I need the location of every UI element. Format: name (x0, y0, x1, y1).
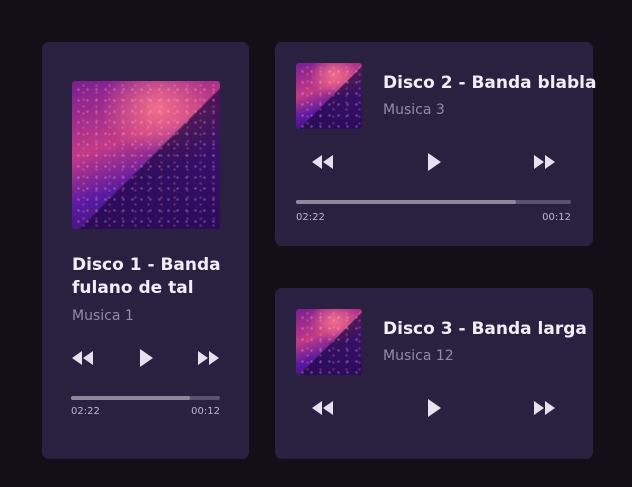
play-button[interactable] (421, 398, 447, 418)
album-cover (72, 81, 220, 229)
fast-forward-button[interactable] (531, 152, 557, 172)
rewind-button[interactable] (310, 152, 336, 172)
player-card-1: Disco 1 - Banda fulano de tal Musica 1 0… (42, 42, 249, 459)
rewind-icon (312, 401, 333, 415)
rewind-icon (72, 351, 93, 365)
play-button[interactable] (421, 152, 447, 172)
fast-forward-icon (534, 155, 555, 169)
rewind-button[interactable] (310, 398, 336, 418)
total-time: 00:12 (542, 212, 571, 223)
total-time: 00:12 (191, 406, 220, 417)
progress-bar[interactable] (296, 200, 571, 204)
album-cover (296, 309, 362, 375)
progress-bar[interactable] (71, 396, 220, 400)
current-time: 02:22 (71, 406, 100, 417)
progress-fill (296, 200, 516, 204)
track-name: Musica 12 (383, 348, 454, 364)
progress-fill (71, 396, 191, 400)
album-title: Disco 3 - Banda larga (383, 319, 587, 339)
rewind-icon (312, 155, 333, 169)
album-cover (296, 63, 362, 129)
play-button[interactable] (133, 348, 159, 368)
fast-forward-button[interactable] (195, 348, 221, 368)
rewind-button[interactable] (70, 348, 96, 368)
player-card-2: Disco 2 - Banda blabla Musica 3 02:22 00… (275, 42, 597, 246)
play-icon (428, 399, 441, 417)
fast-forward-icon (198, 351, 219, 365)
play-icon (428, 153, 441, 171)
player-card-3: Disco 3 - Banda larga Musica 12 (275, 288, 593, 459)
fast-forward-button[interactable] (531, 398, 557, 418)
track-name: Musica 3 (383, 102, 445, 118)
track-name: Musica 1 (72, 308, 134, 324)
album-title: Disco 2 - Banda blabla (383, 73, 597, 93)
album-title: Disco 1 - Banda fulano de tal (72, 255, 221, 298)
play-icon (140, 349, 153, 367)
current-time: 02:22 (296, 212, 325, 223)
fast-forward-icon (534, 401, 555, 415)
